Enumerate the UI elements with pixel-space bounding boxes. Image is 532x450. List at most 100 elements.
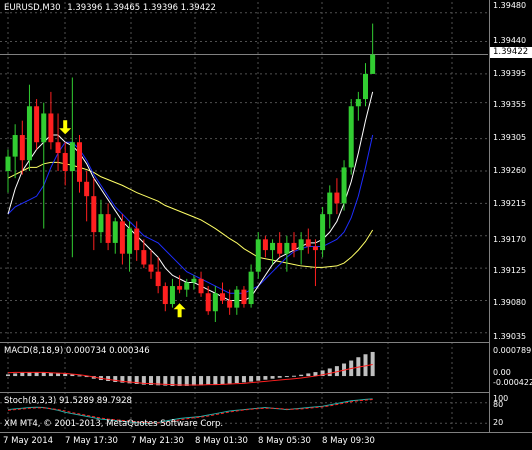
macd-bar	[63, 373, 68, 377]
symbol-label: EURUSD,M30 1.39396 1.39465 1.39396 1.394…	[4, 3, 216, 13]
candle-body	[77, 142, 82, 182]
candle-body	[298, 239, 304, 251]
price-tick: 1.39440	[493, 36, 527, 45]
candle-body	[327, 192, 333, 215]
price-tick: 1.39260	[493, 166, 527, 175]
candle-body	[112, 221, 118, 243]
candle-body	[241, 289, 247, 305]
candle-body	[212, 293, 218, 312]
macd-bar	[292, 375, 296, 377]
candle-body	[141, 250, 147, 265]
macd-bar	[77, 375, 82, 377]
macd-label: MACD(8,18,9) 0.000734 0.000346	[4, 346, 150, 356]
candle-body	[12, 135, 18, 157]
moving-average-yellow	[7, 161, 374, 268]
candle-body	[198, 278, 204, 294]
macd-bar	[306, 373, 311, 377]
candle-body	[305, 239, 311, 247]
candle-body	[155, 271, 161, 287]
price-tick: 1.39480	[493, 1, 527, 10]
moving-average-blue	[7, 134, 374, 294]
candle-body	[41, 113, 47, 143]
macd-bar	[113, 376, 118, 383]
copyright-label: XM MT4, © 2001-2013, MetaQuotes Software…	[4, 419, 224, 429]
macd-bar	[370, 351, 375, 377]
time-tick: 7 May 21:30	[131, 436, 184, 446]
candle-body	[277, 242, 283, 254]
macd-tick: 0.000789	[493, 346, 532, 355]
macd-bar	[241, 376, 246, 383]
candle-body	[177, 286, 183, 290]
current-price-tag: 1.39422	[490, 47, 532, 58]
macd-bar	[263, 376, 268, 380]
candle-body	[355, 99, 361, 107]
candle-body	[191, 278, 197, 283]
candle-body	[34, 106, 40, 143]
price-tick: 1.39395	[493, 69, 527, 78]
candle-body	[255, 239, 261, 272]
candle-body	[184, 282, 190, 290]
macd-bar	[227, 376, 232, 384]
fractal-down-arrow-icon	[59, 120, 72, 135]
macd-tick: -0.000422	[493, 378, 532, 387]
macd-bar	[284, 376, 289, 378]
stoch-pane-separator[interactable]	[0, 392, 489, 393]
price-tick: 1.39080	[493, 298, 527, 307]
stoch-tick: 80	[493, 400, 504, 409]
main-price-pane[interactable]	[0, 0, 532, 450]
candle-body	[55, 142, 61, 154]
macd-bar	[13, 373, 18, 377]
candle-body	[119, 221, 125, 254]
candle-body	[341, 167, 347, 204]
price-tick: 1.39215	[493, 199, 527, 208]
candle-body	[48, 113, 54, 143]
macd-bar	[327, 368, 332, 377]
macd-bar	[256, 376, 261, 381]
symbol-timeframe: EURUSD,M30	[4, 3, 61, 13]
time-tick: 8 May 09:30	[322, 436, 375, 446]
macd-bar	[6, 374, 10, 377]
macd-bar	[234, 376, 239, 383]
candle-body	[98, 214, 104, 233]
candle-body	[62, 153, 68, 171]
macd-bar	[249, 376, 254, 382]
time-tick: 7 May 17:30	[65, 436, 118, 446]
candle-body	[262, 239, 268, 251]
time-axis-border	[0, 432, 532, 433]
macd-bar	[206, 376, 211, 385]
stoch-label: Stoch(8,3,3) 91.5289 89.7928	[4, 396, 132, 406]
candle-body	[84, 181, 90, 197]
candle-body	[370, 54, 376, 74]
macd-bar	[199, 376, 204, 386]
macd-signal-line	[7, 364, 373, 386]
candle-body	[26, 106, 32, 161]
candle-body	[234, 289, 240, 308]
candle-body	[291, 242, 297, 251]
macd-bar	[299, 374, 304, 377]
candle-body	[334, 192, 340, 204]
chart-window[interactable]: EURUSD,M30 1.39396 1.39465 1.39396 1.394…	[0, 0, 532, 450]
candle-body	[148, 264, 154, 272]
time-tick: 7 May 2014	[3, 436, 54, 446]
fractal-up-arrow-icon	[173, 303, 186, 318]
price-tick: 1.39305	[493, 133, 527, 142]
macd-bar	[191, 376, 196, 386]
macd-bar	[213, 376, 218, 385]
candle-body	[220, 293, 225, 301]
candle-body	[284, 242, 290, 254]
time-tick: 8 May 05:30	[258, 436, 311, 446]
price-axis-divider	[489, 0, 490, 432]
candle-body	[320, 214, 326, 251]
candle-body	[134, 228, 140, 251]
candle-body	[248, 271, 254, 305]
candle-body	[5, 156, 11, 171]
candle-body	[312, 246, 318, 251]
time-tick: 8 May 01:30	[195, 436, 248, 446]
price-tick: 1.39355	[493, 100, 527, 109]
candle-body	[227, 300, 233, 308]
macd-bar	[106, 376, 111, 382]
macd-bar	[220, 376, 225, 385]
macd-pane-separator[interactable]	[0, 342, 489, 343]
candle-body	[19, 135, 25, 161]
candle-body	[69, 142, 75, 171]
